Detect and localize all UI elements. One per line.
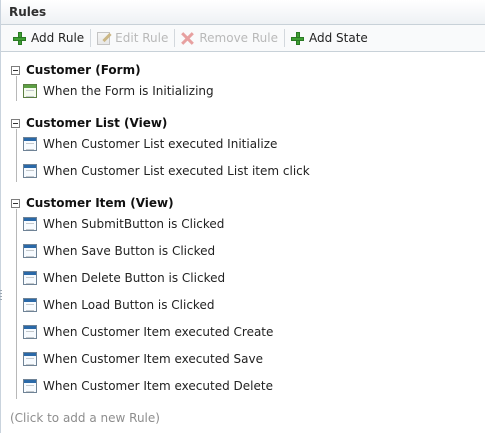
edit-rule-button[interactable]: Edit Rule [93, 28, 172, 48]
close-icon [181, 32, 194, 45]
group-title: Customer Item (View) [26, 196, 174, 210]
tree-line [16, 129, 17, 182]
collapse-icon[interactable] [11, 118, 20, 128]
rule-label: When Customer List executed List item cl… [43, 164, 310, 178]
group-header[interactable]: Customer (Form) [11, 61, 141, 79]
rules-panel: Rules Add Rule Edit Rule Remove Rule Add… [0, 0, 485, 433]
rule-label: When Save Button is Clicked [43, 244, 216, 258]
toolbar-separator [284, 29, 285, 47]
rule-item[interactable]: When Customer List executed Initialize [23, 135, 277, 153]
toolbar-separator [90, 29, 92, 47]
rule-label: When Customer Item executed Create [43, 325, 274, 339]
panel-title: Rules [9, 5, 47, 19]
edit-icon [97, 31, 111, 45]
rule-label: When the Form is Initializing [43, 84, 214, 98]
view-rule-icon [23, 271, 37, 285]
group-header[interactable]: Customer List (View) [11, 114, 167, 132]
add-new-rule-link[interactable]: (Click to add a new Rule) [10, 411, 160, 425]
group-title: Customer (Form) [26, 63, 141, 77]
rules-panel-header: Rules [1, 0, 485, 25]
rule-label: When SubmitButton is Clicked [43, 217, 225, 231]
rule-item[interactable]: When Customer List executed List item cl… [23, 162, 310, 180]
add-rule-label: Add Rule [31, 31, 85, 45]
add-rule-button[interactable]: Add Rule [9, 28, 88, 48]
plus-icon [13, 31, 26, 45]
edit-rule-label: Edit Rule [115, 31, 169, 45]
rule-item[interactable]: When the Form is Initializing [23, 82, 214, 100]
collapse-icon[interactable] [11, 65, 20, 75]
add-state-button[interactable]: Add State [287, 28, 372, 48]
form-rule-icon [23, 84, 37, 98]
view-rule-icon [23, 298, 37, 312]
view-rule-icon [23, 217, 37, 231]
rule-label: When Customer Item executed Delete [43, 379, 273, 393]
remove-rule-label: Remove Rule [199, 31, 278, 45]
rule-item[interactable]: When Customer Item executed Delete [23, 377, 273, 395]
rule-label: When Load Button is Clicked [43, 298, 215, 312]
rule-label: When Delete Button is Clicked [43, 271, 226, 285]
remove-rule-button[interactable]: Remove Rule [177, 28, 282, 48]
collapse-icon[interactable] [11, 198, 20, 208]
rule-item[interactable]: When SubmitButton is Clicked [23, 215, 224, 233]
group-header[interactable]: Customer Item (View) [11, 194, 174, 212]
rule-label: When Customer Item executed Save [43, 352, 263, 366]
view-rule-icon [23, 137, 37, 151]
rules-tree: Customer (Form) When the Form is Initial… [1, 52, 485, 433]
rule-label: When Customer List executed Initialize [43, 137, 278, 151]
rule-item[interactable]: When Load Button is Clicked [23, 296, 214, 314]
rule-item[interactable]: When Customer Item executed Save [23, 350, 263, 368]
toolbar-separator [174, 29, 176, 47]
view-rule-icon [23, 352, 37, 366]
rule-item[interactable]: When Save Button is Clicked [23, 242, 215, 260]
rule-item[interactable]: When Delete Button is Clicked [23, 269, 225, 287]
add-state-label: Add State [309, 31, 368, 45]
group-title: Customer List (View) [26, 116, 168, 130]
tree-line [16, 209, 17, 399]
plus-icon [291, 31, 304, 45]
tree-line [16, 76, 17, 101]
view-rule-icon [23, 379, 37, 393]
rule-item[interactable]: When Customer Item executed Create [23, 323, 273, 341]
view-rule-icon [23, 244, 37, 258]
view-rule-icon [23, 325, 37, 339]
view-rule-icon [23, 164, 37, 178]
rules-toolbar: Add Rule Edit Rule Remove Rule Add State [1, 25, 485, 52]
